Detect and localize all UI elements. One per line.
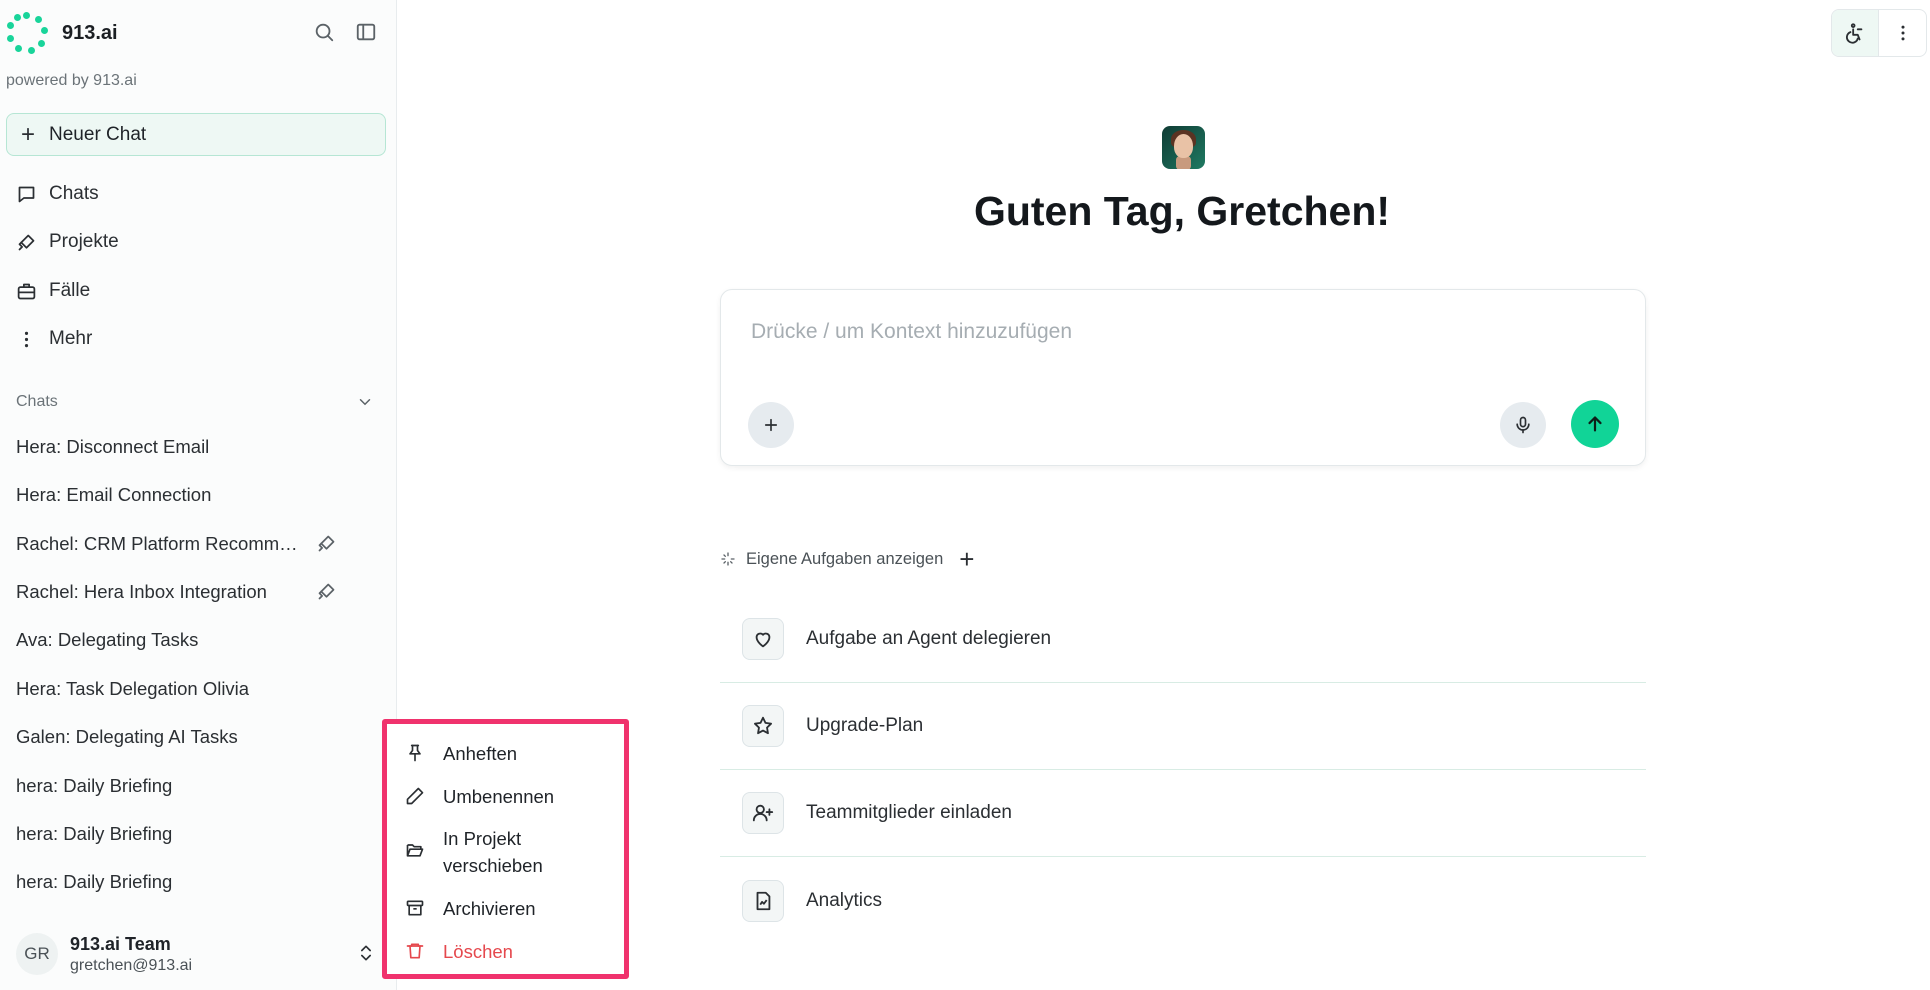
plus-icon	[764, 418, 778, 432]
chat-bubble-icon	[18, 186, 35, 202]
chat-item[interactable]: Rachel: CRM Platform Recommendations	[16, 529, 376, 559]
brand-name: 913.ai	[62, 21, 118, 44]
add-context-button[interactable]	[748, 402, 794, 448]
menu-item-pin[interactable]: Anheften	[405, 740, 517, 767]
action-label: Aufgabe an Agent delegieren	[806, 628, 1052, 649]
header-actions	[1831, 9, 1927, 57]
chat-title: Hera: Disconnect Email	[16, 436, 210, 457]
avatar: GR	[16, 933, 58, 975]
menu-item-label: Anheften	[443, 743, 518, 764]
new-chat-label: Neuer Chat	[49, 123, 147, 145]
menu-item-archive[interactable]: Archivieren	[405, 895, 536, 922]
archive-icon	[406, 900, 424, 916]
chat-item[interactable]: hera: Daily Briefing	[16, 867, 376, 897]
section-title: Chats	[16, 393, 58, 410]
sparkle-icon	[721, 552, 735, 566]
action-analytics[interactable]: Analytics	[720, 857, 1646, 944]
chat-item[interactable]: hera: Daily Briefing	[16, 819, 376, 849]
briefcase-icon	[17, 283, 36, 299]
chat-title: hera: Daily Briefing	[16, 823, 173, 844]
chat-composer	[720, 289, 1646, 466]
trash-icon	[406, 943, 424, 959]
pencil-icon	[406, 787, 424, 805]
nav-item-chats[interactable]: Chats	[16, 180, 99, 208]
action-label: Teammitglieder einladen	[806, 802, 1012, 823]
menu-item-label: Löschen	[443, 941, 513, 962]
action-invite-team[interactable]: Teammitglieder einladen	[720, 770, 1646, 857]
chat-title: hera: Daily Briefing	[16, 775, 173, 796]
more-vertical-icon	[24, 331, 29, 347]
nav-item-label: Fälle	[49, 280, 91, 301]
own-tasks-toggle[interactable]: Eigene Aufgaben anzeigen +	[720, 546, 974, 572]
chat-title: hera: Daily Briefing	[16, 871, 173, 892]
chats-section-header[interactable]: Chats	[16, 393, 374, 411]
pin-icon	[409, 744, 421, 762]
menu-item-label: In Projekt verschieben	[443, 828, 543, 876]
chat-item[interactable]: hera: Daily Briefing	[16, 771, 376, 801]
action-delegate-task[interactable]: Aufgabe an Agent delegieren	[720, 596, 1646, 683]
project-rocket-icon	[318, 583, 335, 600]
brand[interactable]: 913.ai	[6, 12, 118, 54]
chat-title: Hera: Task Delegation Olivia	[16, 678, 250, 699]
nav-item-label: Projekte	[49, 231, 119, 252]
chat-title: Galen: Delegating AI Tasks	[16, 726, 238, 747]
tasks-toggle-label: Eigene Aufgaben anzeigen	[746, 549, 944, 568]
chat-item[interactable]: Hera: Email Connection	[16, 480, 376, 510]
chat-item[interactable]: Hera: Disconnect Email	[16, 432, 376, 462]
menu-item-move-to-project[interactable]: In Projekt verschieben	[405, 825, 585, 879]
powered-by: powered by 913.ai	[6, 72, 137, 89]
microphone-icon	[1516, 416, 1530, 434]
nav-item-faelle[interactable]: Fälle	[16, 277, 90, 305]
plus-icon: +	[21, 120, 36, 148]
heart-icon	[742, 618, 784, 660]
send-button[interactable]	[1571, 400, 1619, 448]
star-icon	[742, 705, 784, 747]
chat-title: Ava: Delegating Tasks	[16, 629, 199, 650]
chat-item[interactable]: Hera: Task Delegation Olivia	[16, 674, 376, 704]
chat-item[interactable]: Galen: Delegating AI Tasks	[16, 722, 376, 752]
nav-item-label: Chats	[49, 183, 99, 204]
action-label: Upgrade-Plan	[806, 715, 924, 736]
search-icon[interactable]	[312, 20, 336, 44]
chat-context-menu: Anheften Umbenennen In Projekt verschieb…	[382, 719, 629, 979]
chat-item[interactable]: Rachel: Hera Inbox Integration	[16, 577, 376, 607]
account-team: 913.ai Team	[70, 933, 171, 954]
chat-title: Rachel: Hera Inbox Integration	[16, 581, 267, 602]
user-plus-icon	[742, 792, 784, 834]
new-chat-button[interactable]: + Neuer Chat	[6, 113, 386, 156]
greeting-title: Guten Tag, Gretchen!	[973, 188, 1391, 234]
add-task-icon[interactable]: +	[959, 546, 974, 572]
chat-title: Hera: Email Connection	[16, 484, 212, 505]
menu-item-delete[interactable]: Löschen	[405, 938, 513, 965]
action-label: Analytics	[806, 889, 883, 911]
microphone-button[interactable]	[1500, 402, 1546, 448]
accessibility-icon	[1846, 23, 1863, 44]
sidebar-toggle-icon[interactable]	[354, 20, 378, 44]
nav-item-projekte[interactable]: Projekte	[16, 228, 119, 256]
nav-item-mehr[interactable]: Mehr	[16, 325, 92, 353]
rocket-icon	[18, 234, 35, 250]
account-switcher[interactable]: GR 913.ai Team gretchen@913.ai	[16, 928, 376, 980]
nav-item-label: Mehr	[49, 328, 93, 349]
file-chart-icon	[742, 879, 784, 922]
action-upgrade-plan[interactable]: Upgrade-Plan	[720, 683, 1646, 770]
menu-item-label: Archivieren	[443, 898, 536, 919]
accessibility-button[interactable]	[1832, 10, 1880, 56]
chat-title: Rachel: CRM Platform Recommendations	[16, 533, 298, 554]
more-menu-button[interactable]	[1879, 10, 1926, 56]
chat-item[interactable]: Ava: Delegating Tasks	[16, 625, 376, 655]
account-email: gretchen@913.ai	[70, 956, 193, 974]
folder-open-icon	[406, 844, 424, 857]
chevron-up-down-icon	[361, 945, 371, 961]
menu-item-label: Umbenennen	[443, 786, 555, 807]
sidebar: 913.ai powered by 913.ai + Neuer Chat Ch…	[0, 0, 397, 990]
agent-avatar	[1162, 126, 1205, 169]
brand-logo-icon	[6, 12, 48, 54]
chevron-down-icon	[359, 399, 371, 406]
project-rocket-icon	[318, 535, 335, 552]
menu-item-rename[interactable]: Umbenennen	[405, 783, 554, 810]
arrow-up-icon	[1588, 416, 1602, 432]
more-vertical-icon	[1901, 25, 1904, 41]
chat-input[interactable]	[751, 315, 1611, 349]
